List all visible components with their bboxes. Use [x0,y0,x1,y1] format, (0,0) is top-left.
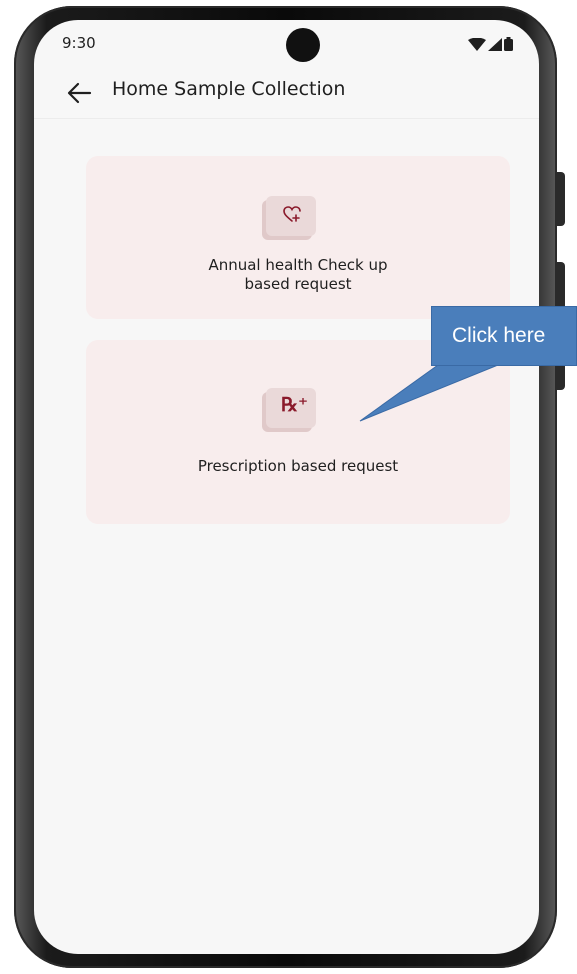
heart-plus-icon [266,196,316,236]
signal-icon [488,37,502,51]
phone-screen: 9:30 Home Sample Collection Annual healt… [34,20,539,954]
card-label-prescription: Prescription based request [197,457,399,475]
status-time: 9:30 [62,34,96,52]
front-camera [286,28,320,62]
annual-health-checkup-option[interactable]: Annual health Check up based request [86,156,510,319]
power-button [557,172,565,226]
app-bar: Home Sample Collection [34,68,539,119]
card-label-annual: Annual health Check up based request [208,256,388,293]
status-icons [468,37,513,51]
battery-icon [504,37,513,51]
prescription-request-option[interactable]: ℞⁺ Prescription based request [86,340,510,524]
status-bar: 9:30 [34,20,539,68]
page-title: Home Sample Collection [112,78,346,100]
rx-icon: ℞⁺ [266,388,316,428]
wifi-icon [468,37,486,51]
rx-glyph: ℞⁺ [281,394,309,416]
callout-text: Click here [452,324,546,347]
back-arrow-icon[interactable] [66,81,92,105]
click-here-callout: Click here [431,306,577,366]
